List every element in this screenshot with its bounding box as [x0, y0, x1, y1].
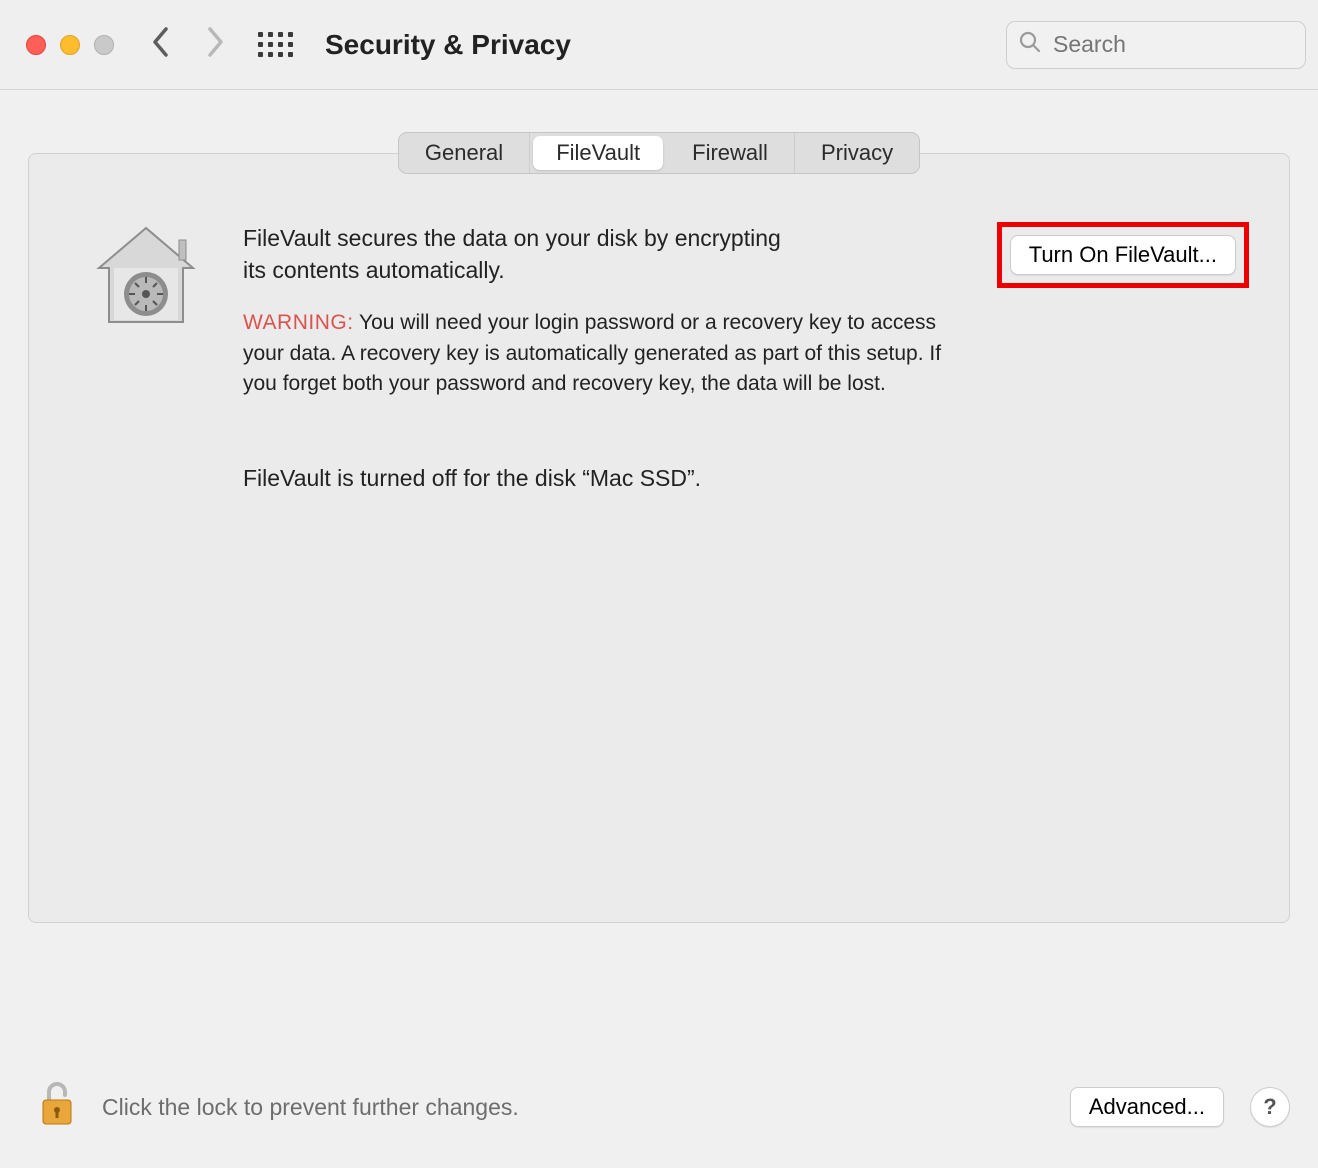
turn-on-filevault-button[interactable]: Turn On FileVault... — [1010, 235, 1236, 275]
lock-icon[interactable] — [38, 1080, 76, 1134]
filevault-status: FileVault is turned off for the disk “Ma… — [243, 462, 969, 494]
content-panel: FileVault secures the data on your disk … — [28, 153, 1290, 923]
filevault-warning: WARNING: You will need your login passwo… — [243, 308, 969, 399]
lock-hint-text: Click the lock to prevent further change… — [102, 1094, 519, 1121]
tab-general[interactable]: General — [399, 133, 530, 173]
filevault-description: FileVault secures the data on your disk … — [243, 222, 803, 286]
tab-filevault[interactable]: FileVault — [533, 136, 663, 170]
window-controls — [12, 35, 152, 55]
search-input[interactable] — [1051, 30, 1293, 59]
tab-firewall[interactable]: Firewall — [666, 133, 795, 173]
search-icon — [1019, 31, 1041, 59]
advanced-button[interactable]: Advanced... — [1070, 1087, 1224, 1127]
filevault-house-icon — [81, 222, 211, 332]
tab-bar: General FileVault Firewall Privacy — [398, 132, 920, 174]
warning-label: WARNING: — [243, 311, 354, 334]
help-button[interactable]: ? — [1250, 1087, 1290, 1127]
window-toolbar: Security & Privacy — [0, 0, 1318, 90]
warning-text: You will need your login password or a r… — [243, 311, 941, 395]
forward-button — [206, 27, 224, 63]
zoom-window-button[interactable] — [94, 35, 114, 55]
window-title: Security & Privacy — [325, 29, 571, 61]
footer-bar: Click the lock to prevent further change… — [0, 1060, 1318, 1168]
close-window-button[interactable] — [26, 35, 46, 55]
tab-privacy[interactable]: Privacy — [795, 133, 919, 173]
minimize-window-button[interactable] — [60, 35, 80, 55]
show-all-button[interactable] — [258, 32, 293, 57]
annotation-highlight: Turn On FileVault... — [997, 222, 1249, 288]
back-button[interactable] — [152, 27, 170, 63]
search-field[interactable] — [1006, 21, 1306, 69]
nav-arrows — [152, 27, 258, 63]
